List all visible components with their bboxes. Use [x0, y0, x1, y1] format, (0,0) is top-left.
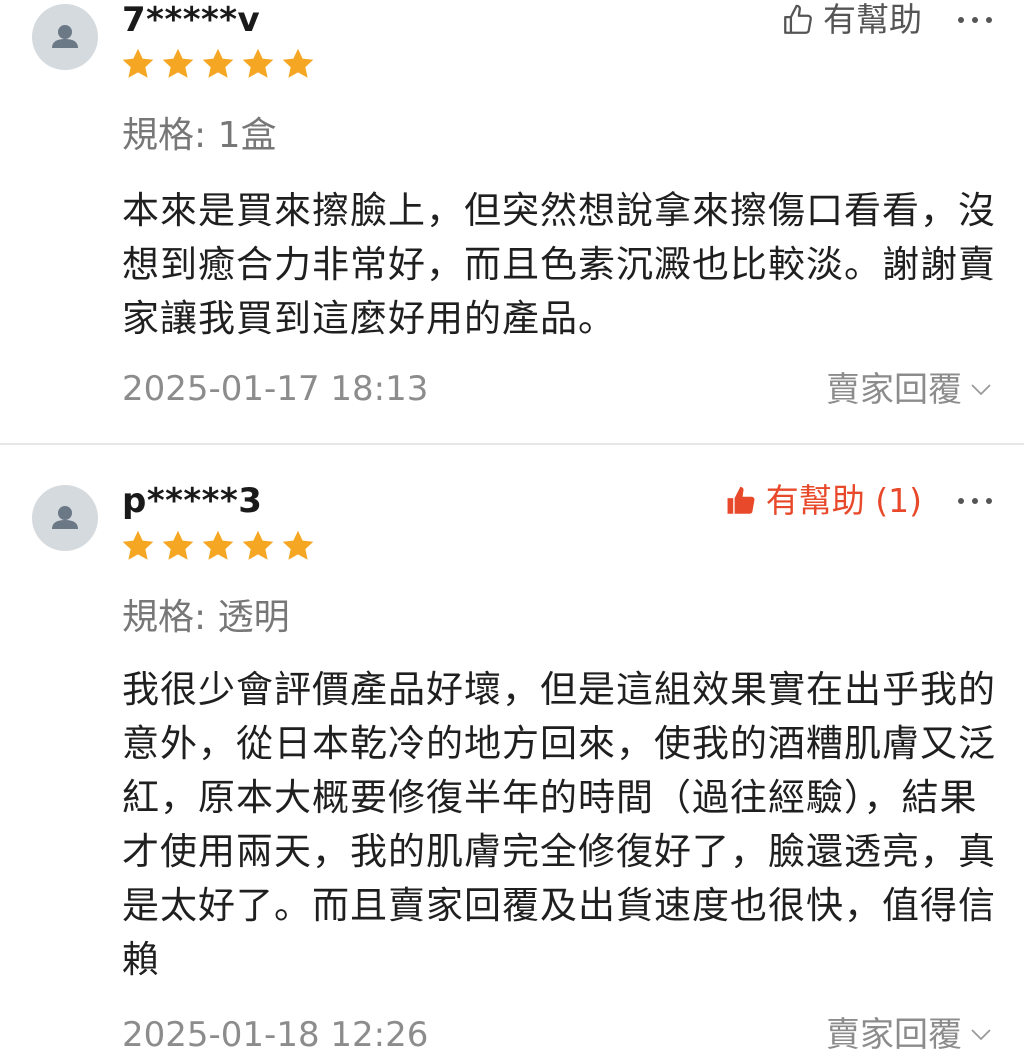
- review-timestamp: 2025-01-17 18:13: [122, 369, 429, 409]
- star-rating: [120, 528, 316, 564]
- star-icon: [122, 530, 154, 560]
- review-text: 我很少會評價產品好壞，但是這組效果實在出乎我的意外，從日本乾冷的地方回來，使我的…: [122, 668, 996, 981]
- username: p*****3: [122, 481, 263, 521]
- seller-reply-label: 賣家回覆: [826, 370, 962, 410]
- review-timestamp: 2025-01-18 12:26: [122, 1015, 429, 1055]
- star-icon: [202, 48, 234, 78]
- seller-reply-toggle[interactable]: 賣家回覆: [826, 370, 992, 410]
- seller-reply-label: 賣家回覆: [826, 1015, 962, 1055]
- helpful-button[interactable]: 有幫助: [781, 0, 922, 40]
- star-icon: [242, 48, 274, 78]
- product-spec: 規格: 1盒: [122, 115, 277, 156]
- star-icon: [122, 48, 154, 78]
- chevron-down-icon: [971, 1029, 991, 1041]
- star-icon: [242, 530, 274, 560]
- more-options-button[interactable]: [958, 496, 992, 506]
- more-dots-icon: [958, 17, 964, 23]
- more-dots-icon: [958, 498, 964, 504]
- review-item: 7*****v 有幫助 規格: 1盒 本來是買來擦臉上，但突然想說拿來擦傷口看看…: [0, 0, 1024, 443]
- chevron-down-icon: [971, 384, 991, 396]
- star-icon: [202, 530, 234, 560]
- review-item: p*****3 有幫助 (1) 規格: 透明 我很少會評價產品好壞，但是這組效果…: [0, 445, 1024, 1055]
- product-spec: 規格: 透明: [122, 597, 290, 638]
- more-options-button[interactable]: [958, 15, 992, 25]
- avatar[interactable]: [32, 485, 98, 551]
- star-icon: [162, 48, 194, 78]
- star-icon: [282, 530, 314, 560]
- user-avatar-icon: [52, 25, 78, 48]
- star-icon: [162, 530, 194, 560]
- review-text: 本來是買來擦臉上，但突然想說拿來擦傷口看看，沒想到癒合力非常好，而且色素沉澱也比…: [122, 189, 996, 340]
- avatar[interactable]: [32, 4, 98, 70]
- thumbs-up-outline-icon: [784, 4, 812, 34]
- username: 7*****v: [122, 0, 261, 40]
- helpful-label: 有幫助 (1): [765, 481, 922, 520]
- helpful-label: 有幫助: [823, 0, 922, 39]
- user-avatar-icon: [52, 506, 78, 529]
- star-rating: [120, 46, 316, 82]
- thumbs-up-filled-icon: [727, 486, 755, 514]
- helpful-button[interactable]: 有幫助 (1): [724, 481, 922, 521]
- star-icon: [282, 48, 314, 78]
- seller-reply-toggle[interactable]: 賣家回覆: [826, 1015, 992, 1055]
